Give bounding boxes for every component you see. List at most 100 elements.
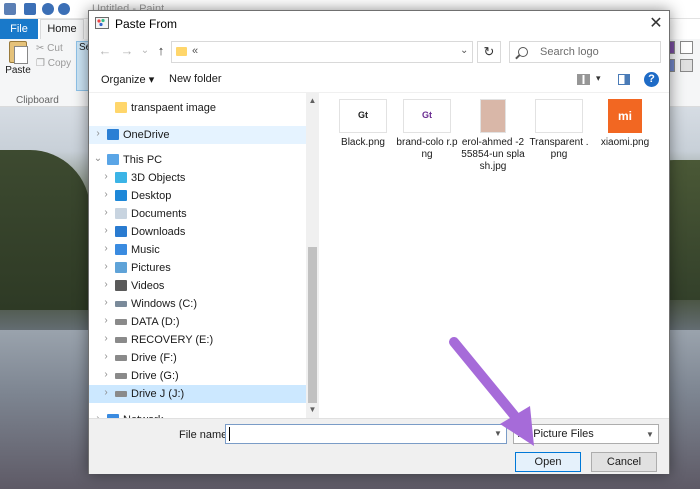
- up-button[interactable]: ↑: [153, 43, 169, 59]
- search-input[interactable]: Search logo: [509, 41, 661, 63]
- chevron-right-icon[interactable]: ›: [101, 261, 111, 272]
- up-arrow-icon: ↑: [157, 43, 165, 58]
- close-button[interactable]: ✕: [645, 14, 667, 34]
- sidebar-item-3d-objects[interactable]: › 3D Objects: [89, 169, 306, 187]
- thumbnail-label: Gt: [358, 110, 368, 120]
- sidebar-item-recovery-e[interactable]: › RECOVERY (E:): [89, 331, 306, 349]
- nav-scrollbar[interactable]: ▲ ▼: [306, 93, 319, 418]
- address-row: ← → ⌄ ↑ « ⌄ ↻ Search logo: [89, 37, 669, 67]
- undo-icon[interactable]: [42, 3, 54, 15]
- back-arrow-icon: ←: [98, 43, 112, 58]
- scroll-up-icon[interactable]: ▲: [306, 95, 319, 107]
- scroll-down-icon[interactable]: ▼: [306, 404, 319, 416]
- color-swatch[interactable]: [680, 59, 693, 72]
- file-type-select[interactable]: All Picture Files ▼: [513, 424, 659, 444]
- sidebar-item-music[interactable]: › Music: [89, 241, 306, 259]
- sidebar-item-label: Drive J (J:): [131, 388, 185, 400]
- refresh-button[interactable]: ↻: [477, 41, 501, 63]
- navigation-pane: transpaent image › OneDrive ⌄ This PC › 3D Obj…: [89, 93, 319, 418]
- address-bar[interactable]: « ⌄: [171, 41, 473, 63]
- paint-app-icon: [4, 3, 16, 15]
- chevron-down-icon[interactable]: ⌄: [460, 45, 468, 56]
- sidebar-item-drive-g[interactable]: › Drive (G:): [89, 367, 306, 385]
- canvas-hill-left: [0, 150, 90, 310]
- sidebar-item-pictures[interactable]: › Pictures: [89, 259, 306, 277]
- drive-icon: [115, 355, 127, 361]
- scroll-thumb[interactable]: [308, 247, 317, 403]
- drive-icon: [115, 373, 127, 379]
- sidebar-item-drive-f[interactable]: › Drive (F:): [89, 349, 306, 367]
- chevron-right-icon[interactable]: ›: [101, 225, 111, 236]
- forward-button[interactable]: →: [119, 43, 135, 59]
- sidebar-item-drive-j-j[interactable]: › Drive J (J:): [89, 385, 306, 403]
- chevron-right-icon[interactable]: ›: [101, 171, 111, 182]
- cancel-button[interactable]: Cancel: [591, 452, 657, 472]
- folder-icon: [115, 102, 127, 113]
- 3d-objects-icon: [115, 172, 127, 183]
- color-swatch[interactable]: [680, 41, 693, 54]
- chevron-right-icon[interactable]: ›: [101, 387, 111, 398]
- recent-locations-button[interactable]: ⌄: [137, 43, 153, 59]
- chevron-right-icon[interactable]: ›: [101, 315, 111, 326]
- chevron-down-icon[interactable]: ⌄: [93, 153, 103, 164]
- chevron-right-icon[interactable]: ›: [101, 189, 111, 200]
- search-placeholder: Search logo: [540, 46, 599, 58]
- sidebar-item-label: Drive (G:): [131, 370, 179, 382]
- chevron-right-icon[interactable]: ›: [101, 297, 111, 308]
- back-button[interactable]: ←: [97, 43, 113, 59]
- chevron-down-icon: ▼: [646, 430, 654, 439]
- chevron-right-icon[interactable]: ›: [101, 279, 111, 290]
- chevron-right-icon[interactable]: ›: [101, 333, 111, 344]
- sidebar-item-documents[interactable]: › Documents: [89, 205, 306, 223]
- cut-label: Cut: [47, 43, 63, 54]
- sidebar-item-network[interactable]: ›Network: [89, 411, 306, 418]
- tab-home[interactable]: Home: [40, 19, 84, 39]
- file-item[interactable]: erol-ahmed -255854-un splash.jpg: [461, 99, 525, 173]
- paste-button[interactable]: Paste: [4, 41, 32, 89]
- refresh-icon: ↻: [483, 44, 495, 59]
- sidebar-item-label: transpaent image: [131, 102, 216, 114]
- help-icon[interactable]: ?: [644, 72, 659, 87]
- save-icon[interactable]: [24, 3, 36, 15]
- view-dropdown-icon[interactable]: ▾: [596, 73, 601, 84]
- cut-button[interactable]: ✂ Cut: [36, 43, 63, 54]
- dialog-footer: File name: ▼ All Picture Files ▼ Open Ca…: [89, 418, 669, 474]
- sidebar-item-windows-c[interactable]: › Windows (C:): [89, 295, 306, 313]
- documents-icon: [115, 208, 127, 219]
- pictures-icon: [115, 262, 127, 273]
- view-options-icon[interactable]: [577, 74, 590, 85]
- copy-button[interactable]: ❐ Copy: [36, 58, 71, 69]
- new-folder-button[interactable]: New folder: [169, 73, 222, 85]
- sidebar-item-this-pc[interactable]: ⌄ This PC: [89, 151, 306, 169]
- address-text: «: [192, 45, 199, 57]
- chevron-right-icon[interactable]: ›: [101, 351, 111, 362]
- sidebar-item-desktop[interactable]: › Desktop: [89, 187, 306, 205]
- file-item[interactable]: Gt Black.png: [331, 99, 395, 149]
- chevron-down-icon[interactable]: ▼: [494, 429, 502, 438]
- chevron-right-icon[interactable]: ›: [101, 243, 111, 254]
- sidebar-item-onedrive[interactable]: › OneDrive: [89, 126, 306, 144]
- sidebar-item-label: OneDrive: [123, 129, 170, 141]
- folder-icon: [176, 47, 187, 56]
- dialog-title: Paste From: [115, 17, 178, 31]
- sidebar-item-data-d[interactable]: › DATA (D:): [89, 313, 306, 331]
- downloads-icon: [115, 226, 127, 237]
- sidebar-item-videos[interactable]: › Videos: [89, 277, 306, 295]
- chevron-right-icon[interactable]: ›: [101, 369, 111, 380]
- file-item[interactable]: Transparent .png: [527, 99, 591, 161]
- sidebar-item-downloads[interactable]: › Downloads: [89, 223, 306, 241]
- sidebar-item-transpaent-image[interactable]: transpaent image: [89, 99, 306, 117]
- preview-pane-icon[interactable]: [618, 74, 630, 85]
- music-icon: [115, 244, 127, 255]
- file-name-input[interactable]: [225, 424, 507, 444]
- chevron-right-icon[interactable]: ›: [93, 128, 103, 139]
- file-name: Transparent .png: [529, 137, 589, 160]
- open-button[interactable]: Open: [515, 452, 581, 472]
- file-item[interactable]: mi xiaomi.png: [593, 99, 657, 149]
- sidebar-item-label: Desktop: [131, 190, 172, 202]
- tab-file[interactable]: File: [0, 19, 38, 39]
- file-item[interactable]: Gt brand-colo r.png: [395, 99, 459, 161]
- redo-icon[interactable]: [58, 3, 70, 15]
- organize-button[interactable]: Organize ▾: [101, 73, 154, 86]
- chevron-right-icon[interactable]: ›: [101, 207, 111, 218]
